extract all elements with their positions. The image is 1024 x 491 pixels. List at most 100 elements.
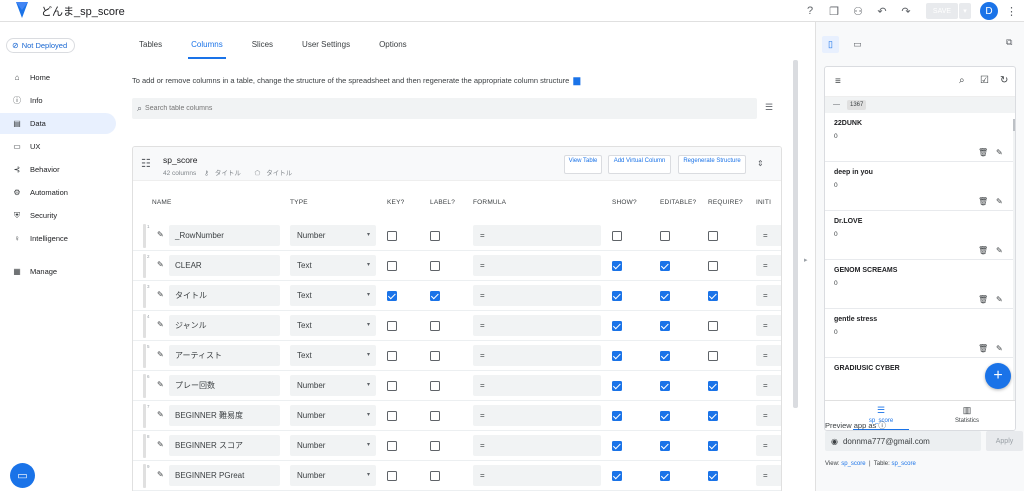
redo-icon[interactable]: ↷ bbox=[899, 4, 913, 18]
sidebar-item-behavior[interactable]: ⊰ Behavior bbox=[0, 159, 116, 180]
delete-icon[interactable]: 🗑 bbox=[978, 295, 988, 304]
sidebar-item-manage[interactable]: ▦ Manage bbox=[0, 261, 116, 282]
edit-pencil-icon[interactable]: ✎ bbox=[157, 290, 164, 299]
view-toggle-icon[interactable]: ☰ bbox=[765, 102, 773, 113]
add-virtual-column-button[interactable]: Add Virtual Column bbox=[608, 155, 671, 174]
column-name-field[interactable]: BEGINNER PGreat bbox=[169, 465, 280, 486]
column-name-field[interactable]: CLEAR bbox=[169, 255, 280, 276]
view-table-button[interactable]: View Table bbox=[564, 155, 602, 174]
edit-icon[interactable]: ✎ bbox=[996, 148, 1003, 157]
formula-field[interactable]: = bbox=[473, 465, 601, 486]
open-in-new-icon[interactable]: ⧉ bbox=[1006, 37, 1012, 48]
key-checkbox[interactable] bbox=[387, 441, 397, 451]
require-checkbox[interactable] bbox=[708, 291, 718, 301]
key-checkbox[interactable] bbox=[387, 321, 397, 331]
drag-handle[interactable] bbox=[143, 344, 146, 368]
column-type-select[interactable]: Number ▾ bbox=[290, 225, 376, 246]
list-item[interactable]: 22DUNK 0 🗑 ✎ bbox=[825, 113, 1015, 162]
chat-button[interactable]: ▭ bbox=[10, 463, 35, 488]
more-vert-icon[interactable]: ⋮ bbox=[1006, 5, 1017, 18]
show-checkbox[interactable] bbox=[612, 321, 622, 331]
delete-icon[interactable]: 🗑 bbox=[978, 246, 988, 255]
initial-value-field[interactable]: = bbox=[756, 345, 781, 366]
column-type-select[interactable]: Number ▾ bbox=[290, 465, 376, 486]
edit-icon[interactable]: ✎ bbox=[996, 197, 1003, 206]
list-item[interactable]: gentle stress 0 🗑 ✎ bbox=[825, 309, 1015, 358]
column-type-select[interactable]: Number ▾ bbox=[290, 405, 376, 426]
key-checkbox[interactable] bbox=[387, 291, 397, 301]
tab-columns[interactable]: Columns bbox=[188, 40, 226, 60]
sidebar-item-intelligence[interactable]: ♀ Intelligence bbox=[0, 228, 116, 249]
formula-field[interactable]: = bbox=[473, 285, 601, 306]
search-input[interactable] bbox=[145, 105, 726, 112]
column-name-field[interactable]: タイトル bbox=[169, 285, 280, 306]
sidebar-item-security[interactable]: ⛨ Security bbox=[0, 205, 116, 226]
edit-icon[interactable]: ✎ bbox=[996, 246, 1003, 255]
tab-user-settings[interactable]: User Settings bbox=[302, 40, 350, 60]
formula-field[interactable]: = bbox=[473, 435, 601, 456]
add-icon[interactable]: + bbox=[985, 363, 1011, 389]
initial-value-field[interactable]: = bbox=[756, 435, 781, 456]
drag-handle[interactable] bbox=[143, 314, 146, 338]
main-scrollbar[interactable] bbox=[793, 60, 798, 408]
sidebar-item-info[interactable]: ⓘ Info bbox=[0, 90, 116, 111]
require-checkbox[interactable] bbox=[708, 381, 718, 391]
formula-field[interactable]: = bbox=[473, 405, 601, 426]
tab-tables[interactable]: Tables bbox=[139, 40, 162, 60]
label-checkbox[interactable] bbox=[430, 411, 440, 421]
column-type-select[interactable]: Number ▾ bbox=[290, 435, 376, 456]
label-checkbox[interactable] bbox=[430, 231, 440, 241]
key-checkbox[interactable] bbox=[387, 231, 397, 241]
require-checkbox[interactable] bbox=[708, 441, 718, 451]
editable-checkbox[interactable] bbox=[660, 321, 670, 331]
show-checkbox[interactable] bbox=[612, 231, 622, 241]
column-type-select[interactable]: Text ▾ bbox=[290, 345, 376, 366]
column-name-field[interactable]: プレー回数 bbox=[169, 375, 280, 396]
save-button[interactable]: SAVE bbox=[926, 3, 958, 19]
drag-handle[interactable] bbox=[143, 224, 146, 248]
edit-icon[interactable]: ✎ bbox=[996, 344, 1003, 353]
help-icon[interactable]: ? bbox=[803, 4, 817, 18]
show-checkbox[interactable] bbox=[612, 351, 622, 361]
delete-icon[interactable]: 🗑 bbox=[978, 197, 988, 206]
column-type-select[interactable]: Text ▾ bbox=[290, 315, 376, 336]
show-checkbox[interactable] bbox=[612, 291, 622, 301]
regenerate-structure-button[interactable]: Regenerate Structure bbox=[678, 155, 746, 174]
show-checkbox[interactable] bbox=[612, 411, 622, 421]
edit-pencil-icon[interactable]: ✎ bbox=[157, 260, 164, 269]
editable-checkbox[interactable] bbox=[660, 231, 670, 241]
sync-icon[interactable]: ↻ bbox=[1000, 75, 1008, 86]
column-type-select[interactable]: Number ▾ bbox=[290, 375, 376, 396]
edit-pencil-icon[interactable]: ✎ bbox=[157, 320, 164, 329]
initial-value-field[interactable]: = bbox=[756, 285, 781, 306]
show-checkbox[interactable] bbox=[612, 381, 622, 391]
book-icon[interactable]: ▆ bbox=[573, 75, 580, 86]
require-checkbox[interactable] bbox=[708, 321, 718, 331]
require-checkbox[interactable] bbox=[708, 471, 718, 481]
editable-checkbox[interactable] bbox=[660, 291, 670, 301]
table-link[interactable]: sp_score bbox=[891, 461, 915, 467]
editable-checkbox[interactable] bbox=[660, 261, 670, 271]
initial-value-field[interactable]: = bbox=[756, 315, 781, 336]
column-name-field[interactable]: BEGINNER スコア bbox=[169, 435, 280, 456]
formula-field[interactable]: = bbox=[473, 225, 601, 246]
preview-user-field[interactable]: ◉ donnma777@gmail.com bbox=[825, 431, 981, 451]
column-name-field[interactable]: _RowNumber bbox=[169, 225, 280, 246]
list-item[interactable]: GENOM SCREAMS 0 🗑 ✎ bbox=[825, 260, 1015, 309]
editable-checkbox[interactable] bbox=[660, 411, 670, 421]
edit-pencil-icon[interactable]: ✎ bbox=[157, 230, 164, 239]
share-user-icon[interactable]: ⚇ bbox=[851, 4, 865, 18]
help-icon[interactable]: ⓘ bbox=[878, 421, 886, 430]
list-item[interactable]: deep in you 0 🗑 ✎ bbox=[825, 162, 1015, 211]
sidebar-item-home[interactable]: ⌂ Home bbox=[0, 67, 116, 88]
label-checkbox[interactable] bbox=[430, 471, 440, 481]
label-checkbox[interactable] bbox=[430, 321, 440, 331]
drag-handle[interactable] bbox=[143, 464, 146, 488]
label-checkbox[interactable] bbox=[430, 441, 440, 451]
drag-handle[interactable] bbox=[143, 434, 146, 458]
sidebar-item-data[interactable]: ▤ Data bbox=[0, 113, 116, 134]
deploy-status-chip[interactable]: ⊘ Not Deployed bbox=[6, 38, 76, 53]
require-checkbox[interactable] bbox=[708, 411, 718, 421]
tab-slices[interactable]: Slices bbox=[252, 40, 273, 60]
show-checkbox[interactable] bbox=[612, 471, 622, 481]
